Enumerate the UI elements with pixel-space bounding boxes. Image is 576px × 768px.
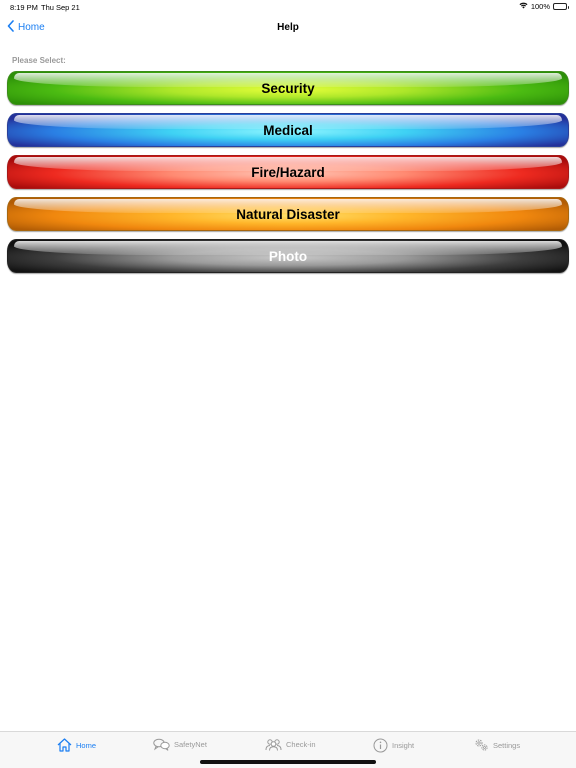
wifi-icon [519, 2, 528, 11]
status-time: 8:19 PM [10, 3, 38, 12]
status-date: Thu Sep 21 [41, 3, 80, 12]
group-icon [265, 738, 282, 751]
status-right: 100% [519, 2, 569, 11]
security-button[interactable]: Security [7, 71, 569, 105]
tab-settings-label: Settings [493, 740, 521, 750]
tab-check-in[interactable]: Check-in [265, 738, 316, 751]
tab-insight[interactable]: Insight [373, 738, 414, 753]
medical-button[interactable]: Medical [7, 113, 569, 147]
tab-settings[interactable]: Settings [474, 738, 520, 752]
natural-disaster-label: Natural Disaster [236, 206, 340, 222]
fire-hazard-label: Fire/Hazard [251, 164, 325, 180]
info-icon [373, 738, 388, 753]
tab-home-label: Home [76, 740, 97, 750]
navigation-bar: Home Help [0, 14, 576, 44]
gears-icon [474, 738, 489, 752]
tab-safetynet[interactable]: SafetyNet [153, 738, 207, 751]
natural-disaster-button[interactable]: Natural Disaster [7, 197, 569, 231]
tab-check-in-label: Check-in [286, 740, 316, 749]
security-label: Security [261, 80, 315, 96]
photo-button[interactable]: Photo [7, 239, 569, 273]
medical-label: Medical [263, 122, 313, 138]
chat-bubbles-icon [153, 738, 170, 751]
tab-home[interactable]: Home [57, 738, 96, 752]
fire-hazard-button[interactable]: Fire/Hazard [7, 155, 569, 189]
page-title: Help [277, 22, 299, 33]
tab-insight-label: Insight [392, 741, 415, 750]
photo-label: Photo [268, 248, 308, 264]
battery-icon [553, 3, 569, 10]
home-indicator [200, 760, 376, 764]
tab-safetynet-label: SafetyNet [174, 740, 207, 749]
status-bar: 8:19 PM Thu Sep 21 100% [0, 0, 576, 14]
home-icon [57, 738, 72, 752]
select-prompt: Please Select: [12, 56, 66, 65]
battery-percent: 100% [530, 2, 550, 11]
